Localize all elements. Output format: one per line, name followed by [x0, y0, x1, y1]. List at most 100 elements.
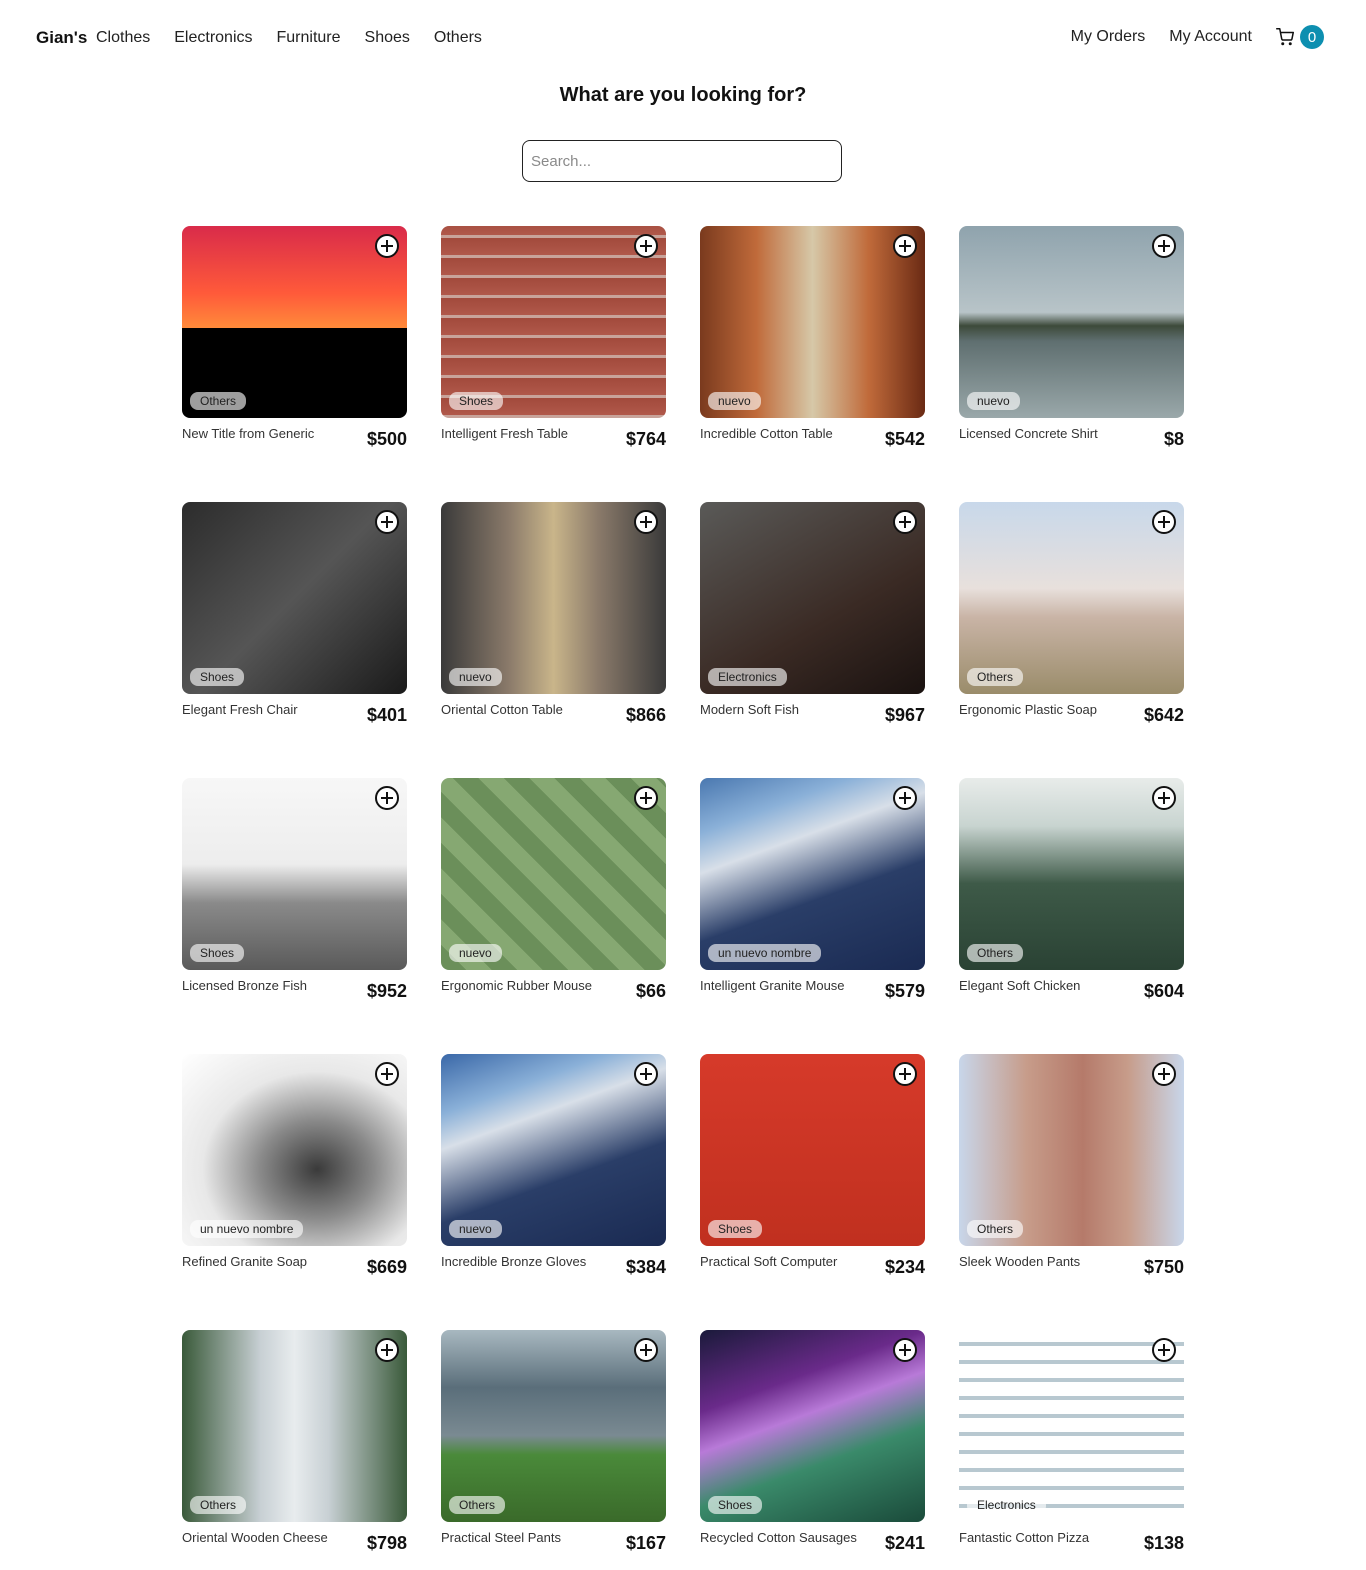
nav-shoes[interactable]: Shoes — [365, 29, 410, 47]
category-tag: Others — [190, 1496, 247, 1514]
product-card[interactable]: nuevo Incredible Cotton Table $542 — [700, 226, 925, 449]
product-card[interactable]: Electronics Fantastic Cotton Pizza $138 — [959, 1330, 1184, 1553]
product-meta: Licensed Bronze Fish $952 — [182, 978, 407, 1002]
product-card[interactable]: nuevo Incredible Bronze Gloves $384 — [441, 1054, 666, 1277]
add-to-cart-icon[interactable] — [1152, 786, 1176, 810]
product-price: $764 — [625, 429, 666, 449]
add-to-cart-icon[interactable] — [893, 786, 917, 810]
add-to-cart-icon[interactable] — [634, 1338, 658, 1362]
product-name: Refined Granite Soap — [182, 1254, 308, 1269]
product-name: Licensed Bronze Fish — [182, 978, 308, 993]
product-card[interactable]: Shoes Recycled Cotton Sausages $241 — [700, 1330, 925, 1553]
product-name: Sleek Wooden Pants — [959, 1254, 1081, 1269]
add-to-cart-icon[interactable] — [375, 786, 399, 810]
add-to-cart-icon[interactable] — [634, 786, 658, 810]
add-to-cart-icon[interactable] — [893, 1338, 917, 1362]
product-name: Oriental Wooden Cheese — [182, 1530, 328, 1545]
product-image: Electronics — [959, 1330, 1184, 1522]
product-price: $167 — [625, 1533, 666, 1553]
my-account-link[interactable]: My Account — [1169, 28, 1252, 46]
product-image: Others — [182, 1330, 407, 1522]
my-orders-link[interactable]: My Orders — [1071, 28, 1146, 46]
category-tag: Shoes — [708, 1220, 763, 1238]
product-image: un nuevo nombre — [182, 1054, 407, 1246]
add-to-cart-icon[interactable] — [893, 234, 917, 258]
nav-others[interactable]: Others — [434, 29, 482, 47]
product-price: $866 — [625, 705, 666, 725]
product-card[interactable]: Others Practical Steel Pants $167 — [441, 1330, 666, 1553]
product-price: $384 — [625, 1257, 666, 1277]
product-card[interactable]: un nuevo nombre Intelligent Granite Mous… — [700, 778, 925, 1001]
product-card[interactable]: Shoes Elegant Fresh Chair $401 — [182, 502, 407, 725]
product-name: Incredible Cotton Table — [700, 426, 833, 441]
product-card[interactable]: Shoes Licensed Bronze Fish $952 — [182, 778, 407, 1001]
category-tag: Electronics — [708, 668, 787, 686]
category-tag: nuevo — [449, 1220, 502, 1238]
product-image: Shoes — [700, 1330, 925, 1522]
product-meta: Elegant Soft Chicken $604 — [959, 978, 1184, 1002]
product-card[interactable]: Shoes Intelligent Fresh Table $764 — [441, 226, 666, 449]
product-image: nuevo — [441, 1054, 666, 1246]
add-to-cart-icon[interactable] — [375, 234, 399, 258]
category-tag: Shoes — [708, 1496, 763, 1514]
category-tag: Others — [967, 1220, 1024, 1238]
add-to-cart-icon[interactable] — [1152, 1338, 1176, 1362]
add-to-cart-icon[interactable] — [375, 510, 399, 534]
account-nav: My Orders My Account 0 — [1071, 25, 1324, 49]
product-image: nuevo — [959, 226, 1184, 418]
product-card[interactable]: Shoes Practical Soft Computer $234 — [700, 1054, 925, 1277]
product-card[interactable]: Others Elegant Soft Chicken $604 — [959, 778, 1184, 1001]
product-meta: Practical Soft Computer $234 — [700, 1254, 925, 1278]
add-to-cart-icon[interactable] — [1152, 510, 1176, 534]
category-tag: Shoes — [449, 392, 504, 410]
product-price: $542 — [884, 429, 925, 449]
category-tag: nuevo — [708, 392, 761, 410]
cart-icon — [1276, 28, 1294, 46]
product-meta: New Title from Generic $500 — [182, 426, 407, 450]
add-to-cart-icon[interactable] — [375, 1338, 399, 1362]
nav-electronics[interactable]: Electronics — [174, 29, 252, 47]
product-card[interactable]: Others Ergonomic Plastic Soap $642 — [959, 502, 1184, 725]
product-card[interactable]: nuevo Ergonomic Rubber Mouse $66 — [441, 778, 666, 1001]
product-name: New Title from Generic — [182, 426, 315, 441]
product-card[interactable]: Others Sleek Wooden Pants $750 — [959, 1054, 1184, 1277]
add-to-cart-icon[interactable] — [1152, 234, 1176, 258]
product-image: Others — [959, 1054, 1184, 1246]
nav-clothes[interactable]: Clothes — [96, 29, 150, 47]
search-input[interactable] — [522, 140, 842, 182]
add-to-cart-icon[interactable] — [1152, 1062, 1176, 1086]
product-image: Shoes — [182, 778, 407, 970]
add-to-cart-icon[interactable] — [375, 1062, 399, 1086]
product-price: $604 — [1143, 981, 1184, 1001]
product-name: Incredible Bronze Gloves — [441, 1254, 587, 1269]
product-price: $642 — [1143, 705, 1184, 725]
add-to-cart-icon[interactable] — [634, 510, 658, 534]
product-image: Others — [959, 502, 1184, 694]
product-price: $669 — [366, 1257, 407, 1277]
product-price: $579 — [884, 981, 925, 1001]
add-to-cart-icon[interactable] — [634, 234, 658, 258]
product-image: Shoes — [700, 1054, 925, 1246]
product-card[interactable]: Electronics Modern Soft Fish $967 — [700, 502, 925, 725]
product-image: Shoes — [441, 226, 666, 418]
category-tag: Shoes — [190, 668, 245, 686]
add-to-cart-icon[interactable] — [893, 1062, 917, 1086]
add-to-cart-icon[interactable] — [634, 1062, 658, 1086]
add-to-cart-icon[interactable] — [893, 510, 917, 534]
product-card[interactable]: Others New Title from Generic $500 — [182, 226, 407, 449]
nav-furniture[interactable]: Furniture — [277, 29, 341, 47]
product-card[interactable]: nuevo Oriental Cotton Table $866 — [441, 502, 666, 725]
product-image: un nuevo nombre — [700, 778, 925, 970]
product-price: $798 — [366, 1533, 407, 1553]
category-nav: Clothes Electronics Furniture Shoes Othe… — [96, 29, 482, 47]
product-card[interactable]: Others Oriental Wooden Cheese $798 — [182, 1330, 407, 1553]
category-tag: nuevo — [449, 668, 502, 686]
product-card[interactable]: un nuevo nombre Refined Granite Soap $66… — [182, 1054, 407, 1277]
cart-button[interactable]: 0 — [1276, 25, 1324, 49]
product-card[interactable]: nuevo Licensed Concrete Shirt $8 — [959, 226, 1184, 449]
product-meta: Licensed Concrete Shirt $8 — [959, 426, 1184, 450]
product-price: $967 — [884, 705, 925, 725]
brand-logo[interactable]: Gian's — [36, 28, 87, 48]
product-meta: Oriental Cotton Table $866 — [441, 702, 666, 726]
product-name: Practical Steel Pants — [441, 1530, 561, 1545]
